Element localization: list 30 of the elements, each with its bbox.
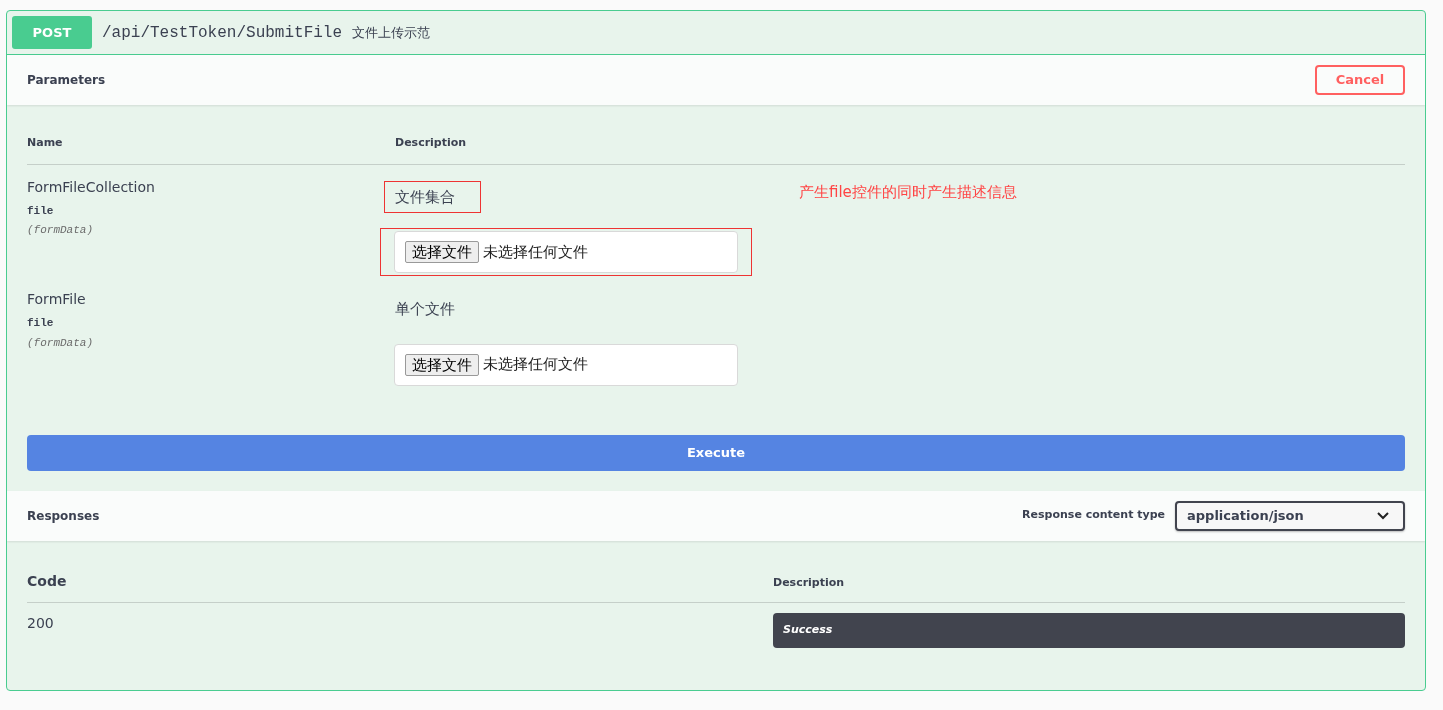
section-title: Parameters bbox=[27, 72, 106, 89]
parameter-location: (formData) bbox=[27, 223, 94, 238]
column-header: Description bbox=[395, 135, 467, 151]
response-description: Success bbox=[773, 612, 1405, 648]
parameter-type: file bbox=[27, 203, 55, 219]
parameter-name: FormFileCollection bbox=[27, 177, 156, 197]
column-header: Code bbox=[27, 571, 68, 591]
column-header: Name bbox=[27, 135, 64, 151]
file-input-field[interactable]: 选择文件 未选择任何文件 bbox=[394, 343, 738, 386]
response-code: 200 bbox=[27, 613, 55, 633]
endpoint-summary: 文件上传示范 bbox=[352, 23, 431, 42]
execute-button[interactable]: Execute bbox=[27, 434, 1405, 471]
chevron-down-icon bbox=[1377, 511, 1389, 520]
file-status-text: 未选择任何文件 bbox=[483, 241, 588, 263]
choose-file-button[interactable]: 选择文件 bbox=[405, 241, 479, 263]
parameter-name: FormFile bbox=[27, 290, 87, 309]
annotation-text: 产生file控件的同时产生描述信息 bbox=[799, 181, 1017, 203]
content-type-select[interactable]: application/json bbox=[1175, 500, 1405, 531]
method-label: POST bbox=[12, 16, 92, 49]
file-status-text: 未选择任何文件 bbox=[483, 354, 588, 376]
choose-file-button[interactable]: 选择文件 bbox=[405, 353, 479, 376]
file-input-field[interactable]: 选择文件 未选择任何文件 bbox=[394, 231, 738, 273]
column-header: Description bbox=[773, 575, 845, 591]
parameter-description: 文件集合 bbox=[384, 180, 481, 213]
content-type-label: Response content type bbox=[1022, 507, 1165, 524]
endpoint-path: /api/TestToken/SubmitFile bbox=[102, 22, 343, 44]
parameter-type: file bbox=[27, 316, 55, 331]
section-title: Responses bbox=[27, 507, 100, 525]
parameter-description: 单个文件 bbox=[394, 299, 456, 320]
parameter-location: (formData) bbox=[27, 335, 94, 351]
